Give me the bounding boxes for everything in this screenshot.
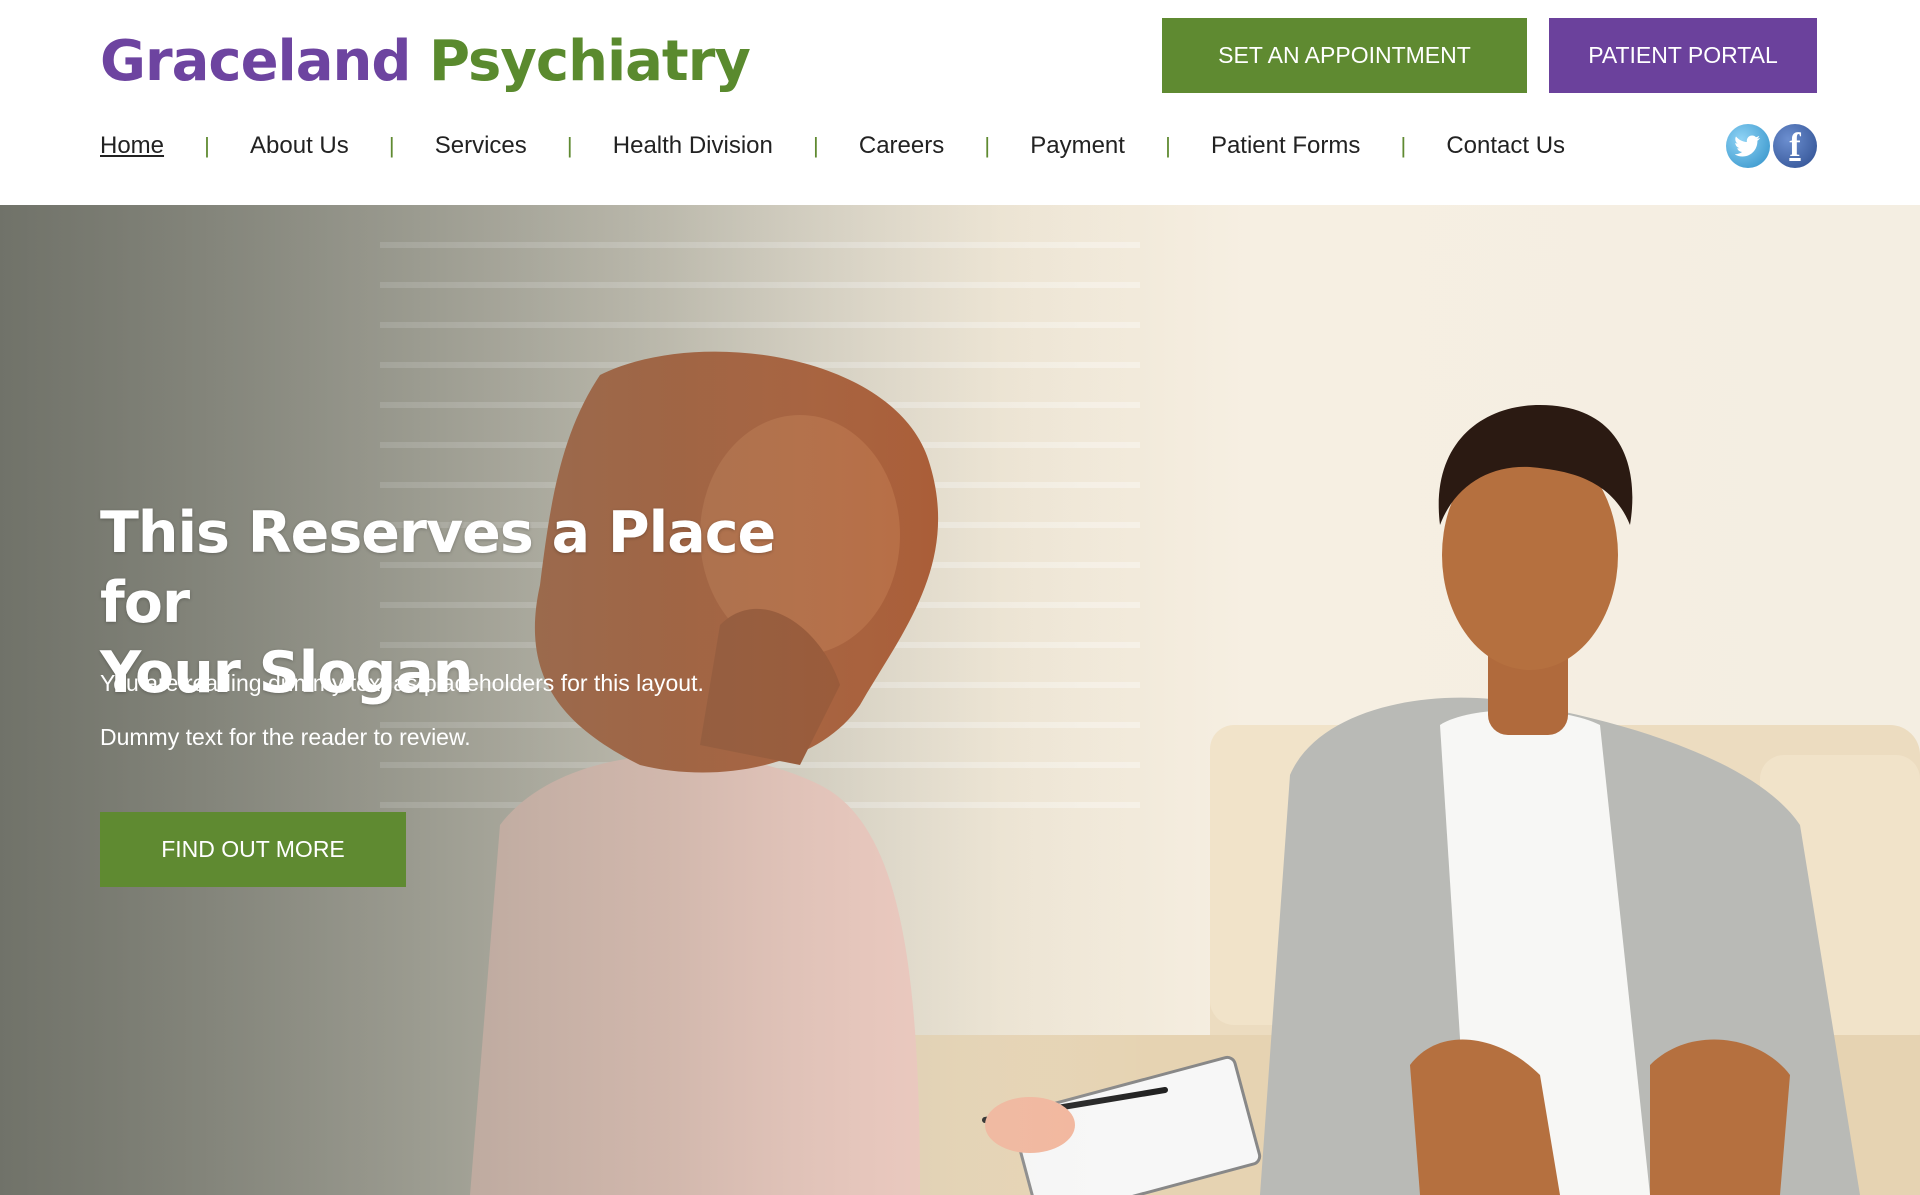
nav-item-about-us[interactable]: About Us (250, 132, 349, 160)
main-nav: Home | About Us | Services | Health Divi… (100, 124, 1565, 168)
hero-paragraph-1: You are reading dummy text as placeholde… (100, 670, 704, 696)
nav-separator: | (984, 133, 991, 158)
facebook-glyph: f (1789, 127, 1801, 164)
nav-item-health-division[interactable]: Health Division (613, 132, 773, 160)
logo-word-1: Graceland (100, 29, 411, 94)
nav-separator: | (813, 133, 819, 158)
set-appointment-button[interactable]: SET AN APPOINTMENT (1162, 18, 1527, 93)
twitter-bird-icon (1735, 135, 1760, 157)
hero-paragraph-2: Dummy text for the reader to review. (100, 724, 471, 750)
nav-item-contact-us[interactable]: Contact Us (1446, 132, 1565, 160)
nav-separator: | (388, 133, 395, 158)
nav-separator: | (566, 133, 573, 158)
site-header: Graceland Psychiatry SET AN APPOINTMENT … (0, 0, 1920, 205)
nav-item-payment[interactable]: Payment (1030, 132, 1125, 160)
nav-item-home[interactable]: Home (100, 132, 164, 160)
nav-item-patient-forms[interactable]: Patient Forms (1211, 132, 1360, 160)
hero-banner: This Reserves a Place for Your Slogan Yo… (0, 205, 1920, 1195)
site-logo[interactable]: Graceland Psychiatry (100, 22, 751, 102)
nav-separator: | (1400, 133, 1407, 158)
twitter-icon[interactable] (1726, 124, 1770, 168)
patient-portal-button[interactable]: PATIENT PORTAL (1549, 18, 1817, 93)
slogan-line-1: This Reserves a Place for (100, 500, 776, 636)
find-out-more-button[interactable]: FIND OUT MORE (100, 812, 406, 887)
logo-word-2: Psychiatry (428, 29, 751, 94)
facebook-icon[interactable]: f (1773, 124, 1817, 168)
nav-separator: | (1165, 133, 1171, 158)
nav-separator: | (204, 133, 210, 158)
nav-item-careers[interactable]: Careers (859, 132, 944, 160)
nav-item-services[interactable]: Services (435, 132, 527, 160)
